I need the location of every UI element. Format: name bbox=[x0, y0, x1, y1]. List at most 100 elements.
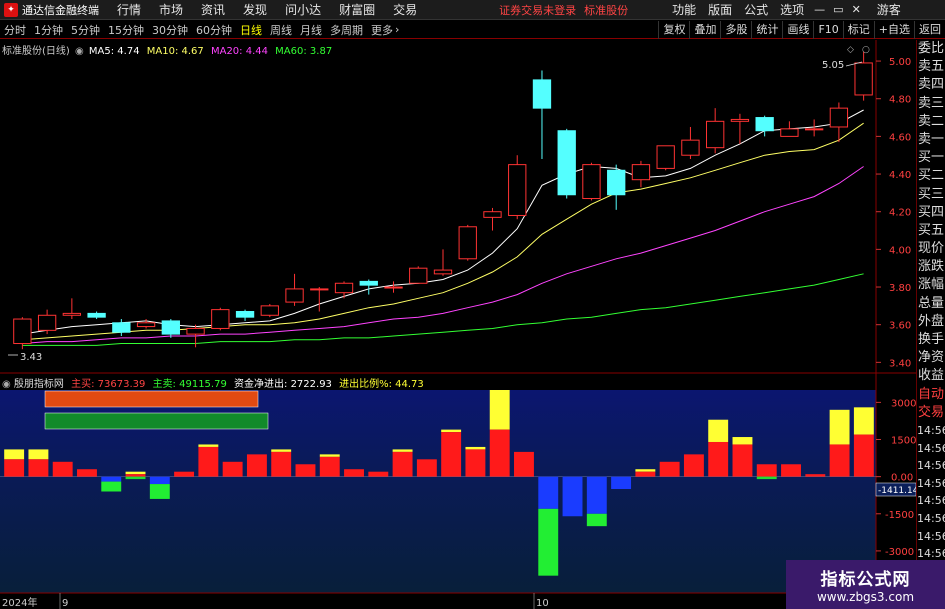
flow-bar-blue bbox=[586, 476, 607, 514]
side-panel-cell[interactable]: 卖一 bbox=[917, 131, 945, 149]
period-tab[interactable]: 1分钟 bbox=[34, 22, 63, 38]
flow-bar-red bbox=[829, 444, 850, 477]
flow-bar-yellow bbox=[489, 390, 510, 430]
collapse-icon[interactable]: ◉ bbox=[2, 379, 11, 390]
period-tab[interactable]: 分时 bbox=[4, 22, 26, 38]
candle-body-up bbox=[829, 107, 849, 128]
diamond-icon[interactable]: ◇ bbox=[847, 45, 854, 55]
period-tab-active[interactable]: 日线 bbox=[240, 22, 262, 38]
side-panel-cell[interactable]: 涨跌 bbox=[917, 258, 945, 276]
flow-bar-yellow bbox=[441, 429, 462, 433]
side-panel-cell[interactable]: 卖二 bbox=[917, 113, 945, 131]
menu-trade[interactable]: 交易 bbox=[393, 1, 417, 18]
menu-discover[interactable]: 发现 bbox=[243, 1, 267, 18]
toolbar-button[interactable]: 多股 bbox=[720, 20, 751, 39]
side-panel-cell[interactable]: 14:56 bbox=[917, 422, 945, 440]
side-panel-cell[interactable]: 14:56 bbox=[917, 440, 945, 458]
side-panel-cell[interactable]: 14:56 bbox=[917, 528, 945, 546]
close-icon[interactable]: ✕ bbox=[852, 3, 861, 16]
app-window: ✦ 通达信金融终端 行情 市场 资讯 发现 问小达 财富圈 交易 证券交易未登录… bbox=[0, 0, 945, 609]
side-panel-cell[interactable]: 买四 bbox=[917, 204, 945, 222]
low-price-label: 3.43 bbox=[20, 352, 42, 363]
side-panel-cell[interactable]: 买五 bbox=[917, 222, 945, 240]
candle-body-up bbox=[582, 164, 601, 200]
side-panel-cell[interactable]: 涨幅 bbox=[917, 276, 945, 294]
candle-body-up bbox=[310, 288, 329, 291]
toolbar-button[interactable]: 复权 bbox=[658, 20, 689, 39]
candle-body-up bbox=[508, 164, 527, 216]
menu-news[interactable]: 资讯 bbox=[201, 1, 225, 18]
side-panel-cell[interactable]: 14:56 bbox=[917, 492, 945, 510]
side-panel-cell[interactable]: 交易 bbox=[917, 404, 945, 422]
side-panel-cell[interactable]: 买一 bbox=[917, 149, 945, 167]
price-tick-label: 4.80 bbox=[889, 95, 911, 106]
toolbar-button[interactable]: 标记 bbox=[842, 20, 874, 39]
menu-functions[interactable]: 功能 bbox=[672, 1, 696, 18]
guest-label[interactable]: 游客 bbox=[877, 1, 901, 18]
flow-bar-red bbox=[4, 459, 25, 477]
minimize-icon[interactable]: — bbox=[814, 3, 825, 16]
flow-bar-yellow bbox=[392, 449, 413, 452]
toolbar-button[interactable]: +自选 bbox=[873, 20, 914, 39]
collapse-icon[interactable]: ◉ bbox=[75, 46, 84, 57]
menu-bar: ✦ 通达信金融终端 行情 市场 资讯 发现 问小达 财富圈 交易 证券交易未登录… bbox=[0, 0, 945, 20]
period-tab-more[interactable]: 更多 bbox=[371, 22, 393, 38]
sub-tick-label: 1500 bbox=[891, 436, 916, 447]
side-panel-cell[interactable]: 净资 bbox=[917, 349, 945, 367]
period-tab[interactable]: 5分钟 bbox=[71, 22, 100, 38]
side-panel-cell[interactable]: 收益 bbox=[917, 367, 945, 385]
candle-body-down bbox=[532, 79, 552, 109]
kline-chart[interactable]: 5.00 4.80 4.60 4.40 4.20 4.00 3.80 3.60 3.40 300… bbox=[0, 40, 916, 609]
period-tab[interactable]: 多周期 bbox=[330, 22, 363, 38]
side-panel-cell[interactable]: 14:56 bbox=[917, 475, 945, 493]
side-panel-cell[interactable]: 外盘 bbox=[917, 313, 945, 331]
period-tab[interactable]: 月线 bbox=[300, 22, 322, 38]
side-panel-cell[interactable]: 委比 bbox=[917, 40, 945, 58]
candle-body-up bbox=[211, 309, 230, 329]
candle-body-up bbox=[384, 286, 403, 289]
candle-body-up bbox=[13, 318, 32, 345]
toolbar-button[interactable]: 返回 bbox=[914, 20, 945, 39]
side-panel-cell[interactable]: 换手 bbox=[917, 331, 945, 349]
main-buy-label: 主买: 73673.39 bbox=[71, 379, 146, 390]
side-panel-cell[interactable]: 买二 bbox=[917, 167, 945, 185]
price-tick-label: 3.80 bbox=[889, 283, 911, 294]
side-panel-cell[interactable]: 卖四 bbox=[917, 76, 945, 94]
menu-wealth[interactable]: 财富圈 bbox=[339, 1, 375, 18]
maximize-icon[interactable]: ▭ bbox=[833, 3, 843, 16]
period-tab[interactable]: 30分钟 bbox=[152, 22, 188, 38]
period-tab[interactable]: 15分钟 bbox=[108, 22, 144, 38]
flow-bar-red bbox=[635, 471, 656, 477]
candle-body-down bbox=[607, 169, 626, 196]
menu-layout[interactable]: 版面 bbox=[708, 1, 732, 18]
side-panel-cell[interactable]: 14:56 bbox=[917, 457, 945, 475]
side-panel-cell[interactable]: 自动 bbox=[917, 386, 945, 404]
period-tab[interactable]: 周线 bbox=[270, 22, 292, 38]
candle-body-down bbox=[557, 130, 576, 196]
settings-circle-icon[interactable]: ○ bbox=[862, 45, 870, 55]
chevron-right-icon[interactable]: › bbox=[395, 23, 399, 36]
period-tab[interactable]: 60分钟 bbox=[196, 22, 232, 38]
candle-body-up bbox=[780, 128, 799, 137]
menu-quotes[interactable]: 行情 bbox=[117, 1, 141, 18]
flow-bar-red bbox=[465, 449, 486, 477]
login-warning[interactable]: 证券交易未登录 bbox=[499, 2, 576, 18]
side-panel-cell[interactable]: 卖三 bbox=[917, 95, 945, 113]
side-panel-cell[interactable]: 总量 bbox=[917, 295, 945, 313]
side-panel-cell[interactable]: 14:56 bbox=[917, 510, 945, 528]
toolbar-button[interactable]: 统计 bbox=[751, 20, 782, 39]
menu-formula[interactable]: 公式 bbox=[744, 1, 768, 18]
candle-body-up bbox=[334, 282, 354, 294]
toolbar-button[interactable]: F10 bbox=[813, 20, 842, 39]
side-panel-cell[interactable]: 卖五 bbox=[917, 58, 945, 76]
ma20-label: MA20: 4.44 bbox=[210, 46, 268, 57]
toolbar-button[interactable]: 叠加 bbox=[689, 20, 720, 39]
side-panel-cell[interactable]: 现价 bbox=[917, 240, 945, 258]
menu-market[interactable]: 市场 bbox=[159, 1, 183, 18]
legend-box-orange bbox=[44, 390, 259, 408]
flow-bar-red bbox=[222, 461, 243, 477]
side-panel-cell[interactable]: 买三 bbox=[917, 186, 945, 204]
menu-options[interactable]: 选项 bbox=[780, 1, 804, 18]
toolbar-button[interactable]: 画线 bbox=[782, 20, 813, 39]
menu-ask[interactable]: 问小达 bbox=[285, 1, 321, 18]
